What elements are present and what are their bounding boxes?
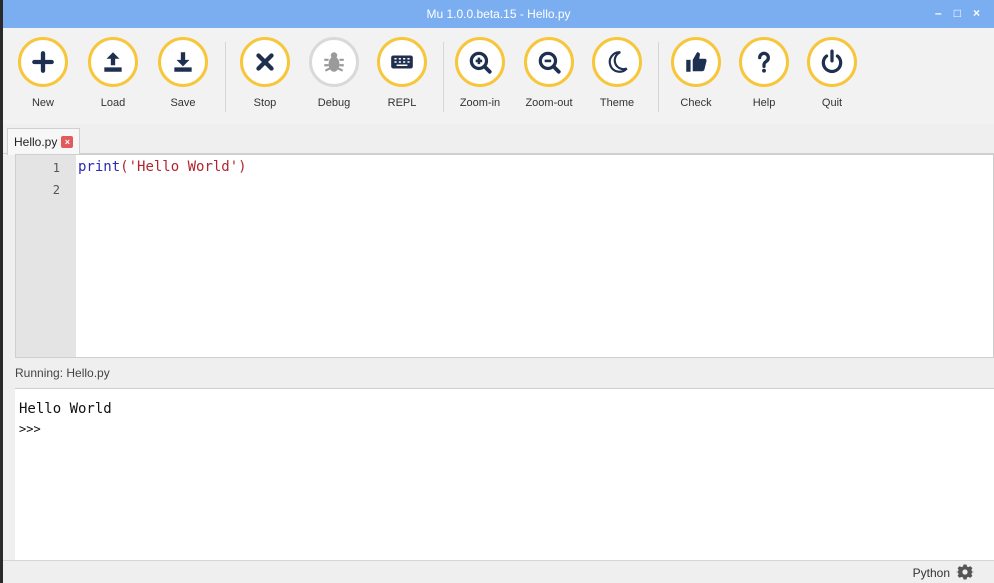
theme-button-circle — [592, 37, 642, 87]
code-arguments: ('Hello World') — [120, 159, 247, 175]
zoom-out-icon — [538, 51, 561, 74]
close-tab-icon[interactable]: × — [61, 136, 74, 148]
line-number: 2 — [52, 183, 60, 197]
repl-button[interactable]: REPL — [372, 37, 432, 117]
line-number: 1 — [52, 161, 60, 175]
debug-button-circle — [309, 37, 359, 87]
new-button-label: New — [31, 97, 54, 109]
repl-prompt: >>> — [19, 422, 41, 436]
line-number-gutter: 1 2 — [16, 155, 76, 357]
check-button-circle — [671, 37, 721, 87]
window-controls: – □ × — [935, 6, 980, 20]
stop-button-circle — [240, 37, 290, 87]
close-window-button[interactable]: × — [973, 6, 980, 20]
stop-button[interactable]: Stop — [235, 37, 295, 117]
run-status: Running: Hello.py — [15, 366, 110, 380]
new-button[interactable]: New — [13, 37, 73, 117]
quit-button-label: Quit — [821, 97, 843, 109]
upload-icon — [104, 52, 122, 72]
load-button-label: Load — [100, 97, 126, 109]
minimize-button[interactable]: – — [935, 6, 942, 20]
power-icon — [821, 49, 843, 74]
zoom-in-button-circle — [455, 37, 505, 87]
code-editor[interactable]: 1 2 print('Hello World') — [15, 154, 994, 358]
gear-icon[interactable] — [956, 563, 974, 581]
repl-button-circle — [377, 37, 427, 87]
window-title: Mu 1.0.0.beta.15 - Hello.py — [426, 7, 571, 21]
title-bar: Mu 1.0.0.beta.15 - Hello.py – □ × — [3, 0, 994, 28]
help-button[interactable]: Help — [734, 37, 794, 117]
zoom-in-icon — [469, 51, 492, 74]
code-keyword: print — [78, 159, 121, 175]
code-line: print('Hello World') — [78, 159, 247, 175]
plus-icon — [32, 51, 54, 73]
x-icon — [256, 53, 274, 71]
save-button-circle — [158, 37, 208, 87]
theme-button[interactable]: Theme — [587, 37, 647, 117]
help-button-circle — [739, 37, 789, 87]
new-button-circle — [18, 37, 68, 87]
repl-pane[interactable]: Hello World >>> — [15, 388, 994, 560]
quit-button[interactable]: Quit — [802, 37, 862, 117]
debug-button[interactable]: Debug — [304, 37, 364, 117]
save-button-label: Save — [170, 97, 196, 109]
bug-icon — [324, 52, 344, 72]
question-icon — [758, 51, 770, 73]
quit-button-circle — [807, 37, 857, 87]
zoom-out-button-circle — [524, 37, 574, 87]
mode-label: Python — [912, 566, 950, 580]
status-bar: Python — [3, 560, 994, 583]
keyboard-icon — [391, 55, 413, 69]
zoom-in-button-label: Zoom-in — [459, 97, 501, 109]
download-icon — [174, 52, 192, 72]
check-button[interactable]: Check — [666, 37, 726, 117]
zoom-in-button[interactable]: Zoom-in — [450, 37, 510, 117]
zoom-out-button[interactable]: Zoom-out — [519, 37, 579, 117]
thumbs-up-icon — [686, 52, 707, 72]
repl-button-label: REPL — [387, 97, 417, 109]
tab-bar: Hello.py × — [3, 124, 994, 155]
load-button-circle — [88, 37, 138, 87]
tab-hello-py[interactable]: Hello.py × — [7, 128, 81, 155]
repl-output: Hello World >>> — [19, 399, 112, 439]
moon-icon — [608, 51, 628, 73]
stop-button-label: Stop — [253, 97, 277, 109]
save-button[interactable]: Save — [153, 37, 213, 117]
maximize-button[interactable]: □ — [954, 6, 961, 20]
theme-button-label: Theme — [599, 97, 635, 109]
tab-label: Hello.py — [14, 135, 58, 149]
mu-editor-window: Mu 1.0.0.beta.15 - Hello.py – □ × New Lo… — [0, 0, 994, 583]
repl-output-line: Hello World — [19, 401, 112, 417]
toolbar: New Load Save Stop Debug REPL Zoom-in Zo… — [3, 28, 994, 124]
load-button[interactable]: Load — [83, 37, 143, 117]
